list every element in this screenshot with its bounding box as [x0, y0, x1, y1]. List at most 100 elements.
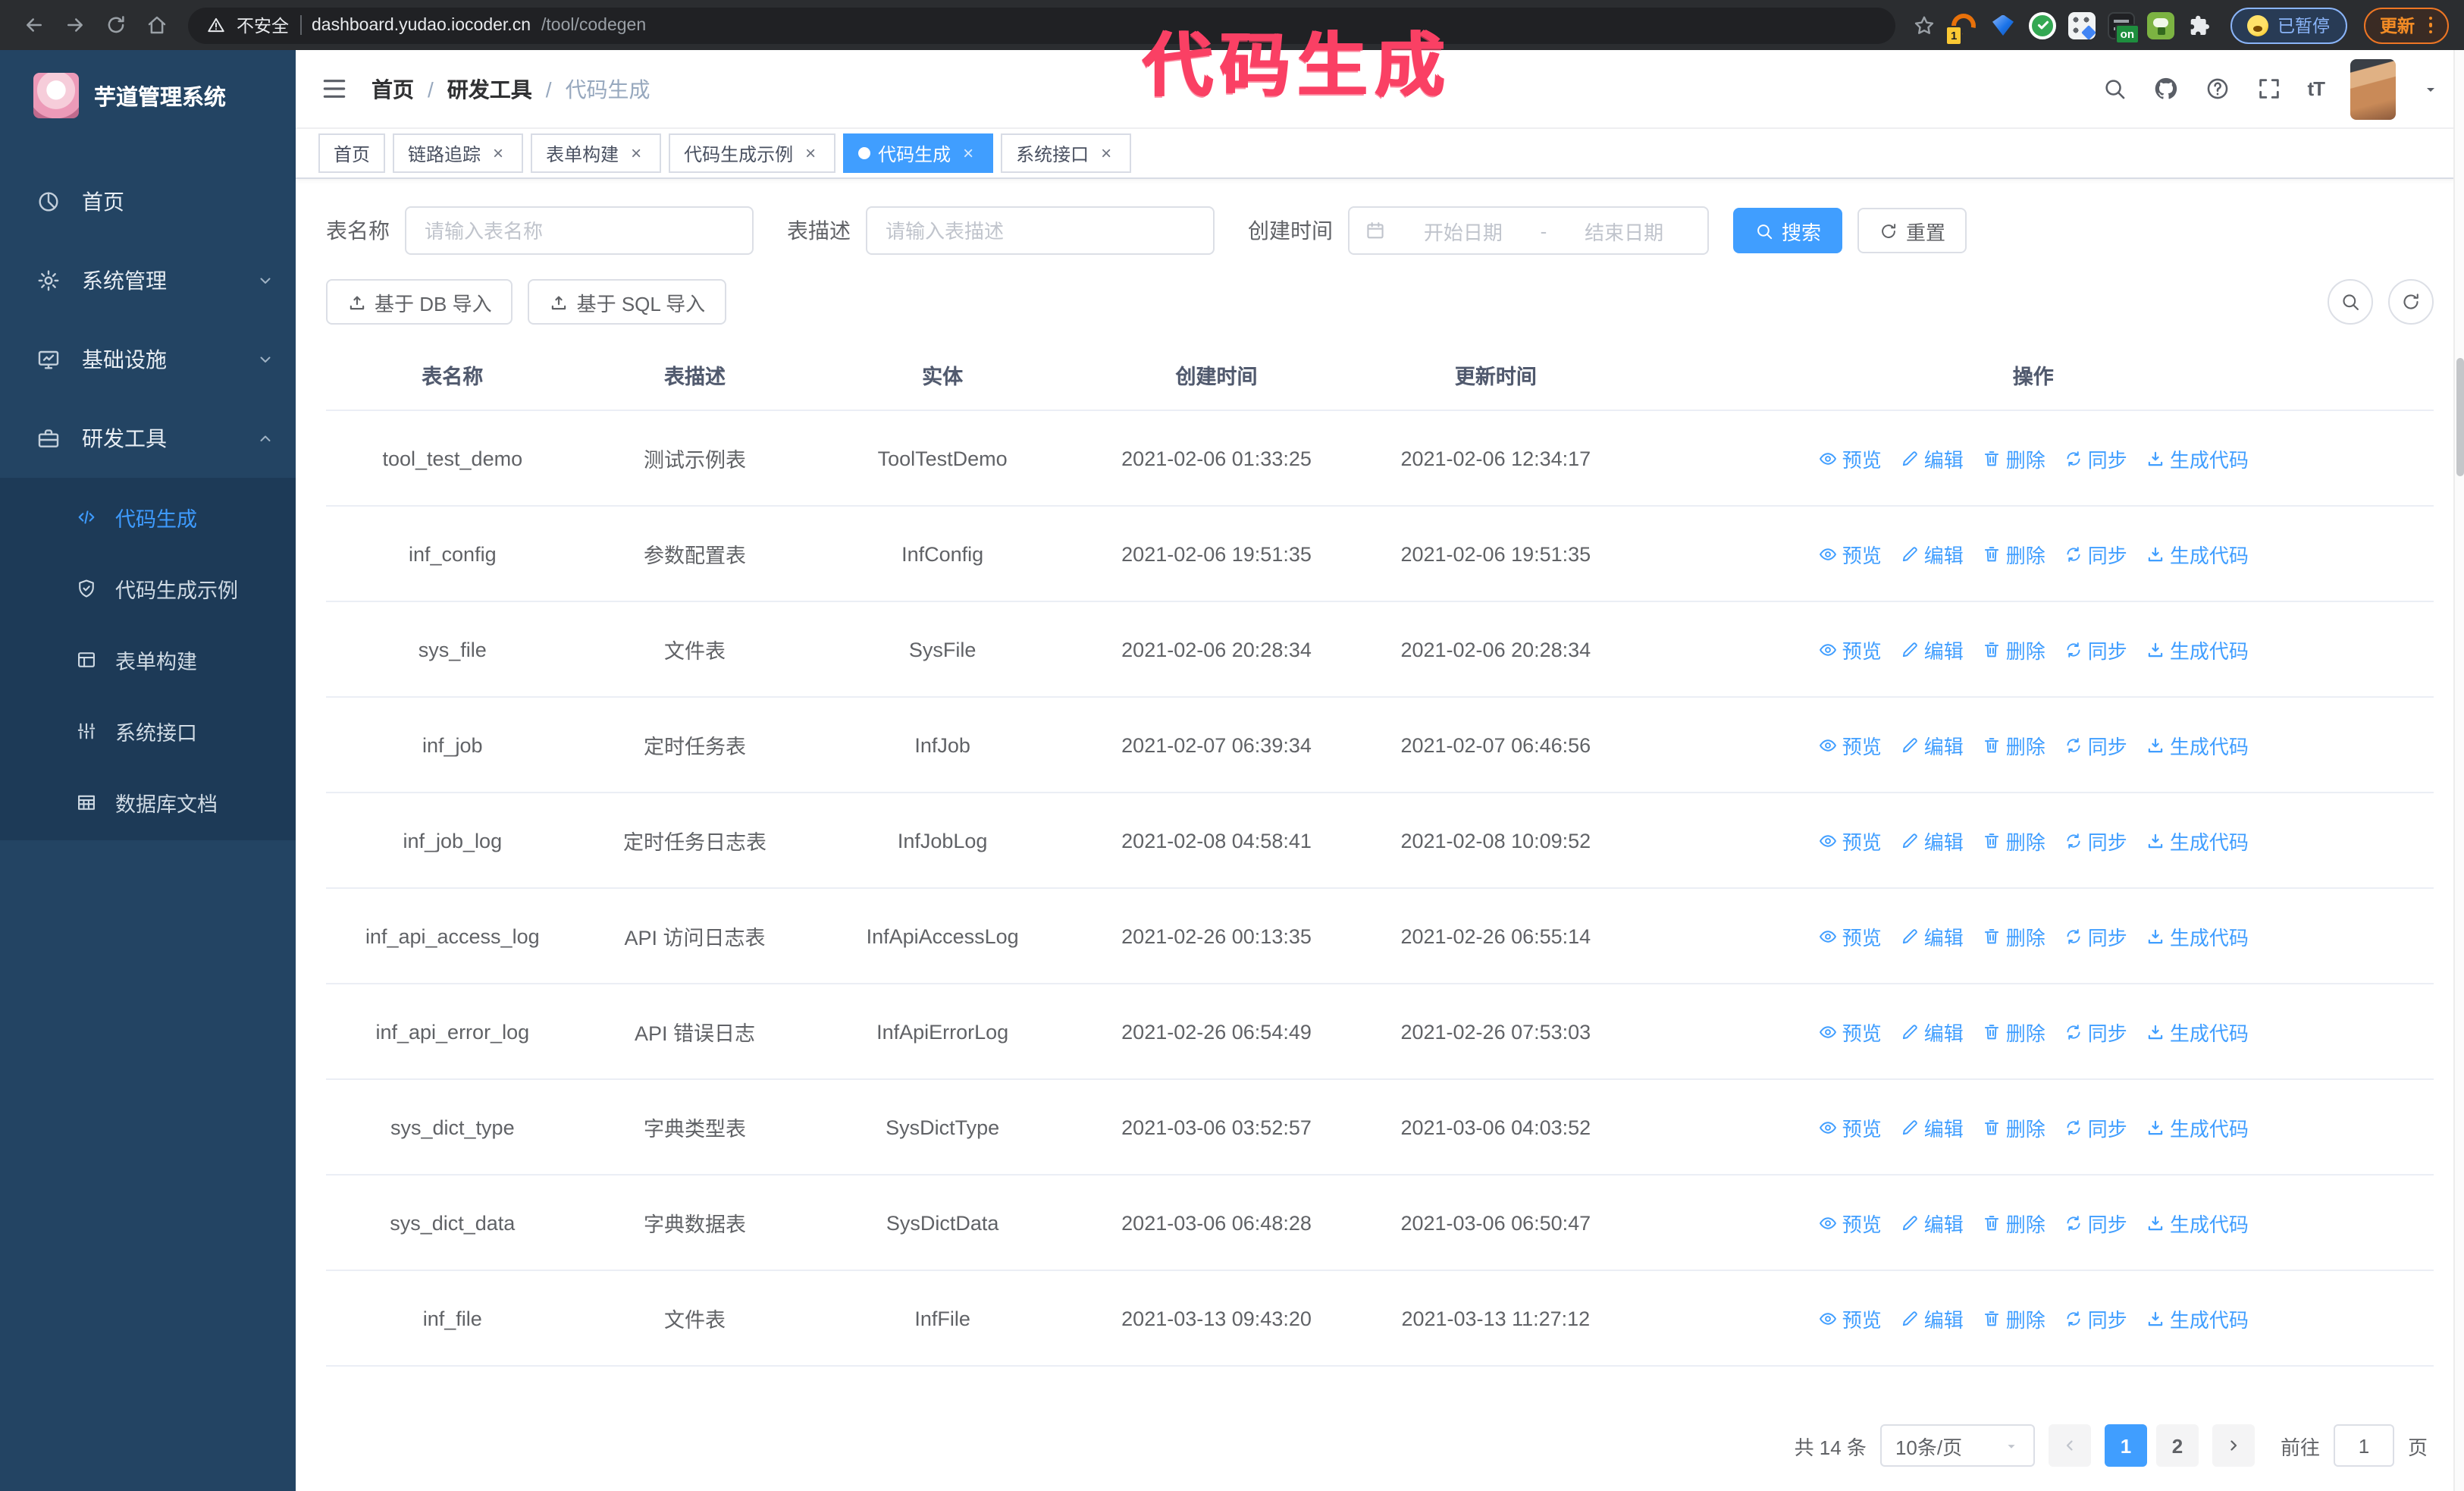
action-preview[interactable]: 预览: [1818, 635, 1882, 664]
action-edit[interactable]: 编辑: [1900, 539, 1964, 568]
action-preview[interactable]: 预览: [1818, 444, 1882, 472]
action-generate-code[interactable]: 生成代码: [2146, 1017, 2249, 1046]
page-button-2[interactable]: 2: [2155, 1424, 2199, 1467]
next-page-button[interactable]: [2212, 1424, 2255, 1467]
action-sync[interactable]: 同步: [2064, 1304, 2127, 1332]
bookmark-star-icon[interactable]: [1912, 13, 1936, 37]
action-edit[interactable]: 编辑: [1900, 635, 1964, 664]
back-button[interactable]: [15, 7, 52, 43]
action-sync[interactable]: 同步: [2064, 1208, 2127, 1237]
action-delete[interactable]: 删除: [1982, 1304, 2045, 1332]
sidebar-item-devtools[interactable]: 研发工具: [0, 399, 296, 478]
create-time-range-picker[interactable]: 开始日期 - 结束日期: [1348, 206, 1709, 255]
reset-button[interactable]: 重置: [1857, 208, 1967, 253]
action-delete[interactable]: 删除: [1982, 1113, 2045, 1141]
fullscreen-icon[interactable]: [2256, 76, 2281, 102]
action-generate-code[interactable]: 生成代码: [2146, 1113, 2249, 1141]
update-button[interactable]: 更新: [2363, 7, 2449, 43]
sidebar-item-codegen-example[interactable]: 代码生成示例: [0, 552, 296, 623]
sidebar-item-system[interactable]: 系统管理: [0, 241, 296, 320]
chevron-down-icon[interactable]: [2422, 80, 2440, 98]
page-button-1[interactable]: 1: [2104, 1424, 2147, 1467]
reload-button[interactable]: [97, 7, 133, 43]
tab-2[interactable]: 表单构建 ×: [531, 133, 662, 173]
action-edit[interactable]: 编辑: [1900, 444, 1964, 472]
import-from-db-button[interactable]: 基于 DB 导入: [326, 279, 513, 325]
more-menu-icon[interactable]: [2428, 16, 2432, 34]
sidebar-item-db-doc[interactable]: 数据库文档: [0, 766, 296, 837]
tab-1[interactable]: 链路追踪 ×: [393, 133, 524, 173]
action-preview[interactable]: 预览: [1818, 1017, 1882, 1046]
tab-3[interactable]: 代码生成示例 ×: [669, 133, 836, 173]
home-button[interactable]: [138, 7, 174, 43]
puzzle-extension-icon[interactable]: [2187, 11, 2214, 39]
sidebar-toggle-icon[interactable]: [320, 74, 349, 103]
tab-5[interactable]: 系统接口 ×: [1001, 133, 1132, 173]
green-bot-extension-icon[interactable]: [2147, 11, 2174, 39]
action-delete[interactable]: 删除: [1982, 826, 2045, 855]
github-icon[interactable]: [2152, 76, 2178, 102]
tab-close-icon[interactable]: ×: [958, 144, 978, 162]
dark-panel-extension-icon[interactable]: on: [2108, 11, 2140, 43]
sidebar-item-form-builder[interactable]: 表单构建: [0, 623, 296, 695]
scrollbar-thumb[interactable]: [2456, 358, 2464, 476]
action-delete[interactable]: 删除: [1982, 444, 2045, 472]
action-preview[interactable]: 预览: [1818, 1113, 1882, 1141]
action-sync[interactable]: 同步: [2064, 730, 2127, 759]
action-delete[interactable]: 删除: [1982, 921, 2045, 950]
forward-button[interactable]: [56, 7, 92, 43]
search-button[interactable]: 搜索: [1733, 208, 1843, 253]
green-check-extension-icon[interactable]: [2029, 11, 2056, 39]
breadcrumb-item[interactable]: 研发工具: [447, 74, 532, 104]
table-name-input[interactable]: [405, 206, 754, 255]
blue-gem-extension-icon[interactable]: [1989, 11, 2017, 39]
import-from-sql-button[interactable]: 基于 SQL 导入: [528, 279, 727, 325]
tab-0[interactable]: 首页: [318, 133, 386, 173]
action-generate-code[interactable]: 生成代码: [2146, 921, 2249, 950]
tab-close-icon[interactable]: ×: [801, 144, 820, 162]
action-generate-code[interactable]: 生成代码: [2146, 826, 2249, 855]
action-sync[interactable]: 同步: [2064, 826, 2127, 855]
action-delete[interactable]: 删除: [1982, 1017, 2045, 1046]
action-preview[interactable]: 预览: [1818, 539, 1882, 568]
action-sync[interactable]: 同步: [2064, 539, 2127, 568]
tab-close-icon[interactable]: ×: [488, 144, 508, 162]
sidebar-item-infra[interactable]: 基础设施: [0, 320, 296, 399]
action-preview[interactable]: 预览: [1818, 730, 1882, 759]
action-sync[interactable]: 同步: [2064, 1017, 2127, 1046]
action-preview[interactable]: 预览: [1818, 1208, 1882, 1237]
apps-grid-extension-icon[interactable]: [2068, 11, 2096, 39]
action-sync[interactable]: 同步: [2064, 921, 2127, 950]
goto-page-input[interactable]: [2333, 1424, 2394, 1467]
action-preview[interactable]: 预览: [1818, 1304, 1882, 1332]
paused-badge[interactable]: 已暂停: [2230, 7, 2346, 43]
prev-page-button[interactable]: [2048, 1424, 2091, 1467]
help-icon[interactable]: [2204, 76, 2230, 102]
action-delete[interactable]: 删除: [1982, 539, 2045, 568]
tab-4[interactable]: 代码生成 ×: [843, 133, 994, 173]
sidebar-item-codegen[interactable]: 代码生成: [0, 481, 296, 552]
sidebar-item-system-api[interactable]: 系统接口: [0, 695, 296, 766]
action-edit[interactable]: 编辑: [1900, 1113, 1964, 1141]
action-sync[interactable]: 同步: [2064, 1113, 2127, 1141]
action-generate-code[interactable]: 生成代码: [2146, 635, 2249, 664]
sidebar-item-home[interactable]: 首页: [0, 162, 296, 241]
tab-close-icon[interactable]: ×: [626, 144, 646, 162]
action-delete[interactable]: 删除: [1982, 635, 2045, 664]
toggle-search-button[interactable]: [2328, 279, 2373, 325]
action-edit[interactable]: 编辑: [1900, 1208, 1964, 1237]
action-edit[interactable]: 编辑: [1900, 826, 1964, 855]
action-edit[interactable]: 编辑: [1900, 1304, 1964, 1332]
action-sync[interactable]: 同步: [2064, 444, 2127, 472]
action-generate-code[interactable]: 生成代码: [2146, 1304, 2249, 1332]
tab-close-icon[interactable]: ×: [1096, 144, 1116, 162]
action-edit[interactable]: 编辑: [1900, 1017, 1964, 1046]
action-delete[interactable]: 删除: [1982, 730, 2045, 759]
action-edit[interactable]: 编辑: [1900, 921, 1964, 950]
refresh-table-button[interactable]: [2388, 279, 2434, 325]
action-delete[interactable]: 删除: [1982, 1208, 2045, 1237]
action-generate-code[interactable]: 生成代码: [2146, 1208, 2249, 1237]
font-size-icon[interactable]: tT: [2307, 77, 2325, 100]
orange-c-extension-icon[interactable]: 1: [1945, 11, 1977, 45]
action-edit[interactable]: 编辑: [1900, 730, 1964, 759]
